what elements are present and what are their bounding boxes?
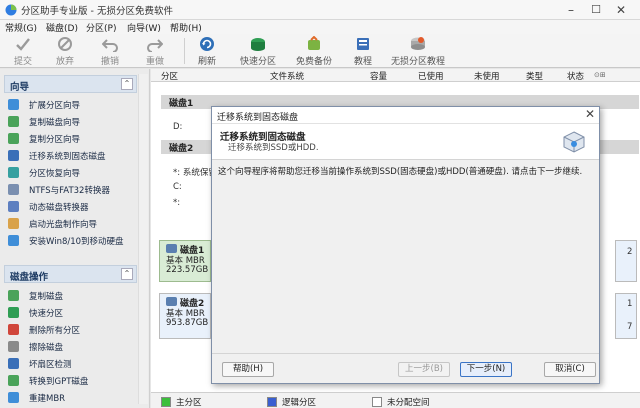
discard-icon xyxy=(57,36,73,52)
disk1-partition-block[interactable] xyxy=(615,240,637,282)
quick-partition-button[interactable]: 快速分区 xyxy=(236,35,280,67)
partition-row-c[interactable]: C: xyxy=(173,182,182,192)
partition-recovery-icon xyxy=(8,167,19,178)
undo-button[interactable]: 撤销 xyxy=(93,35,127,67)
toolbar-separator xyxy=(184,38,185,64)
book-icon xyxy=(355,36,371,52)
undo-icon xyxy=(102,36,118,52)
ntfs-fat32-icon xyxy=(8,184,19,195)
col-filesystem[interactable]: 文件系统 xyxy=(270,70,304,82)
menu-general[interactable]: 常规(G) xyxy=(5,21,37,34)
left-panel: 向导 ⌃ 扩展分区向导 复制磁盘向导 复制分区向导 迁移系统到固态磁盘 分区恢复… xyxy=(0,69,150,408)
left-panel-scrollbar[interactable] xyxy=(138,74,148,404)
toolbar: 提交 放弃 撤销 重做 刷新 快速分区 免费备份 教程 无损分区教程 xyxy=(0,34,640,68)
menu-disk[interactable]: 磁盘(D) xyxy=(46,21,78,34)
disk-icon xyxy=(166,297,177,306)
menu-wizard[interactable]: 向导(W) xyxy=(127,21,161,34)
dialog-body: 这个向导程序将帮助您迁移当前操作系统到SSD(固态硬盘)或HDD(普通硬盘). … xyxy=(212,160,599,353)
extend-partition-icon xyxy=(8,99,19,110)
col-status[interactable]: 状态 xyxy=(567,70,584,82)
dialog-title-bar: 迁移系统到固态磁盘 ✕ xyxy=(212,107,599,124)
dialog-footer: 帮助(H) 上一步(B) 下一步(N) 取消(C) xyxy=(212,353,599,383)
copy-disk-icon xyxy=(8,116,19,127)
rebuild-mbr-icon xyxy=(8,392,19,403)
maximize-button[interactable]: ☐ xyxy=(588,2,604,18)
migrate-os-dialog: 迁移系统到固态磁盘 ✕ 迁移系统到固态磁盘 迁移系统到SSD或HDD. 这个向导… xyxy=(211,106,600,384)
submit-button[interactable]: 提交 xyxy=(6,35,40,67)
lossless-tutorial-button[interactable]: 无损分区教程 xyxy=(390,35,446,67)
disk1-card[interactable]: 磁盘1 基本 MBR 223.57GB xyxy=(159,240,211,282)
next-button[interactable]: 下一步(N) xyxy=(460,362,512,377)
quick-partition-icon xyxy=(8,307,19,318)
dynamic-disk-icon xyxy=(8,201,19,212)
col-capacity[interactable]: 容量 xyxy=(370,70,387,82)
minimize-button[interactable]: – xyxy=(563,2,579,18)
collapse-icon[interactable]: ⌃ xyxy=(121,268,133,280)
disk2-partition-block[interactable] xyxy=(615,293,637,339)
title-bar: 分区助手专业版 - 无损分区免费软件 – ☐ ✕ xyxy=(0,0,640,20)
dialog-title: 迁移系统到固态磁盘 xyxy=(217,113,299,123)
windows-icon xyxy=(8,235,19,246)
redo-icon xyxy=(147,36,163,52)
menu-partition[interactable]: 分区(P) xyxy=(86,21,116,34)
free-backup-button[interactable]: 免费备份 xyxy=(292,35,336,67)
backup-icon xyxy=(306,36,322,52)
col-unused[interactable]: 未使用 xyxy=(474,70,500,82)
app-logo-icon xyxy=(5,4,17,16)
col-used[interactable]: 已使用 xyxy=(418,70,444,82)
disk2-card[interactable]: 磁盘2 基本 MBR 953.87GB xyxy=(159,293,211,339)
column-chooser-icon[interactable]: ⊙⊞ xyxy=(594,71,606,79)
menu-bar: 常规(G) 磁盘(D) 分区(P) 向导(W) 帮助(H) xyxy=(0,20,640,34)
map-edge-label: 7 xyxy=(627,322,633,332)
copy-disk-icon xyxy=(8,290,19,301)
dialog-subheading: 迁移系统到SSD或HDD. xyxy=(228,143,319,153)
window-title: 分区助手专业版 - 无损分区免费软件 xyxy=(21,6,173,17)
bad-sector-icon xyxy=(8,358,19,369)
discard-button[interactable]: 放弃 xyxy=(48,35,82,67)
column-header: 分区 文件系统 容量 已使用 未使用 类型 状态 ⊙⊞ xyxy=(151,69,640,82)
col-type[interactable]: 类型 xyxy=(526,70,543,82)
dialog-header: 迁移系统到固态磁盘 迁移系统到SSD或HDD. xyxy=(212,124,599,160)
convert-gpt-icon xyxy=(8,375,19,386)
refresh-icon xyxy=(199,36,215,52)
tutorial-button[interactable]: 教程 xyxy=(348,35,378,67)
partition-row-d[interactable]: D: xyxy=(173,122,182,132)
menu-help[interactable]: 帮助(H) xyxy=(170,21,202,34)
check-icon xyxy=(15,36,31,52)
disk-ops-section-header[interactable]: 磁盘操作 ⌃ xyxy=(4,265,137,283)
copy-partition-icon xyxy=(8,133,19,144)
dialog-close-button[interactable]: ✕ xyxy=(585,107,595,121)
delete-icon xyxy=(8,324,19,335)
legend-bar: 主分区 逻辑分区 未分配空间 xyxy=(151,392,640,408)
migrate-disk-icon xyxy=(563,131,585,153)
refresh-button[interactable]: 刷新 xyxy=(192,35,222,67)
boot-disc-icon xyxy=(8,218,19,229)
redo-button[interactable]: 重做 xyxy=(138,35,172,67)
col-partition[interactable]: 分区 xyxy=(161,70,178,82)
lossless-disk-icon xyxy=(410,36,426,52)
back-button[interactable]: 上一步(B) xyxy=(398,362,450,377)
partition-row-other[interactable]: *: xyxy=(173,198,180,208)
wizard-section-header[interactable]: 向导 ⌃ xyxy=(4,75,137,93)
migrate-os-icon xyxy=(8,150,19,161)
map-edge-label: 1 xyxy=(627,299,633,309)
close-window-button[interactable]: ✕ xyxy=(613,2,629,18)
dialog-message: 这个向导程序将帮助您迁移当前操作系统到SSD(固态硬盘)或HDD(普通硬盘). … xyxy=(218,167,583,177)
help-button[interactable]: 帮助(H) xyxy=(222,362,274,377)
cancel-button[interactable]: 取消(C) xyxy=(544,362,596,377)
collapse-icon[interactable]: ⌃ xyxy=(121,78,133,90)
disk-partition-icon xyxy=(250,36,266,52)
map-edge-label: 2 xyxy=(627,247,633,257)
disk-icon xyxy=(166,244,177,253)
wipe-icon xyxy=(8,341,19,352)
